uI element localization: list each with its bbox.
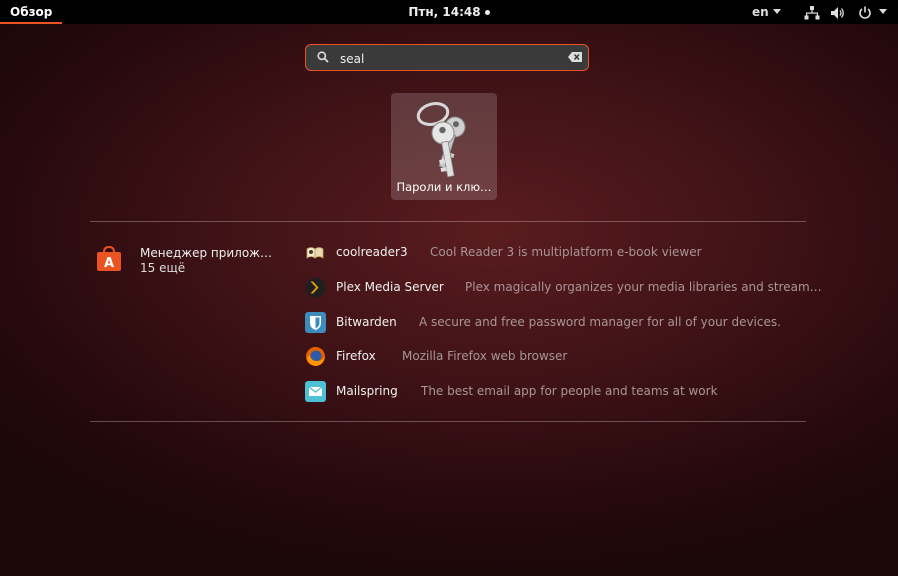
clock-button[interactable] xyxy=(410,0,520,24)
separator xyxy=(90,221,806,222)
result-description: Mozilla Firefox web browser xyxy=(402,349,568,363)
result-title: Bitwarden xyxy=(336,315,397,329)
system-menu[interactable] xyxy=(804,0,888,24)
language-label: en xyxy=(752,5,769,19)
mailspring-icon xyxy=(305,381,326,402)
firefox-icon xyxy=(306,347,325,366)
clear-search-icon[interactable] xyxy=(568,52,582,62)
result-title: Firefox xyxy=(336,349,376,363)
provider-name: Менеджер прилож… xyxy=(140,246,272,260)
chevron-down-icon xyxy=(879,9,888,14)
provider-more-count: 15 ещё xyxy=(140,261,186,275)
volume-icon xyxy=(830,6,844,19)
power-icon xyxy=(858,6,871,19)
result-description: A secure and free password manager for a… xyxy=(419,315,781,329)
result-description: Cool Reader 3 is multiplatform e-book vi… xyxy=(430,245,702,259)
plex-icon xyxy=(305,277,326,298)
activities-button[interactable]: Обзор xyxy=(0,0,63,24)
coolreader-icon xyxy=(306,247,324,259)
result-title: Plex Media Server xyxy=(336,280,444,294)
result-title: Mailspring xyxy=(336,384,398,398)
app-result-passwords-keys[interactable]: Пароли и клю… xyxy=(391,93,497,200)
search-input[interactable] xyxy=(338,48,562,69)
chevron-down-icon xyxy=(772,9,781,14)
bitwarden-icon xyxy=(305,312,326,333)
network-icon xyxy=(804,5,820,19)
search-field[interactable] xyxy=(305,44,589,71)
search-icon xyxy=(317,51,329,63)
result-title: coolreader3 xyxy=(336,245,408,259)
result-description: Plex magically organizes your media libr… xyxy=(465,280,822,294)
app-result-label: Пароли и клю… xyxy=(396,180,492,194)
top-bar: Обзор Птн, 14:48 en xyxy=(0,0,898,24)
keys-icon xyxy=(416,102,466,178)
separator xyxy=(90,421,806,422)
language-menu[interactable]: en xyxy=(752,0,781,24)
result-description: The best email app for people and teams … xyxy=(421,384,718,398)
svg-text:A: A xyxy=(104,256,114,271)
software-center-icon: A xyxy=(97,246,121,271)
